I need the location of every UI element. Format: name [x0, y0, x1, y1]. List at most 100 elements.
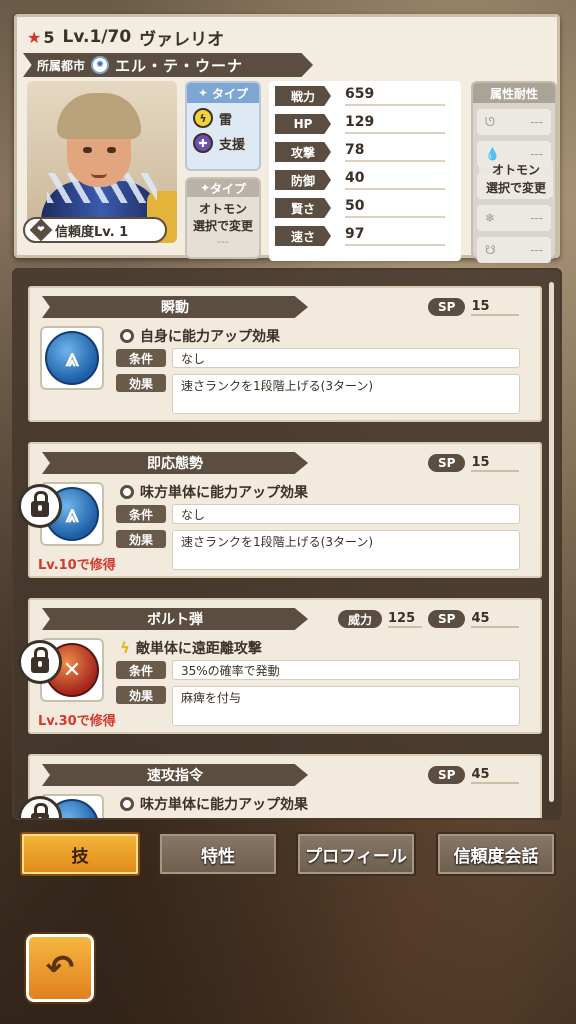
- character-name: ヴァレリオ: [139, 29, 225, 50]
- resist-row-fire: ᘎ ---: [477, 109, 551, 135]
- skill-card[interactable]: 即応態勢 SP 15 ⩓ Lv.10で修得 味方単体に能力アップ効果 条件 なし …: [18, 442, 542, 578]
- city-label: 所属都市: [37, 58, 86, 73]
- title-row: ★ 5 Lv.1/70 ヴァレリオ: [27, 25, 225, 50]
- sp-value: 15: [471, 299, 520, 316]
- skill-card[interactable]: ボルト弾 威力 125 SP 45 ✕ Lv.30で修得 ϟ 敵単体に遠距離攻撃 …: [18, 598, 542, 734]
- type-header: ✦ タイプ: [187, 83, 259, 103]
- condition-row: 条件 なし: [116, 348, 520, 368]
- condition-row: 条件 なし: [116, 504, 520, 524]
- sp-label: SP: [428, 298, 466, 316]
- type-header-label: タイプ: [212, 86, 249, 101]
- stat-label: 戦力: [275, 86, 331, 106]
- sp-badge: SP 45: [428, 766, 520, 784]
- buff-icon: [120, 329, 134, 343]
- resistance-overlay-text: オトモン 選択で変更: [479, 161, 553, 197]
- skill-name: 速攻指令: [42, 764, 308, 786]
- city-name: エル・テ・ウーナ: [115, 56, 244, 75]
- resist-row-dragon: ☋ ---: [477, 237, 551, 263]
- element-label: 雷: [219, 112, 233, 128]
- effect-row: 効果 速さランクを1段階上げる(3ターン): [116, 374, 520, 414]
- skill-name: ボルト弾: [42, 608, 308, 630]
- condition-row: 条件 35%の確率で発動: [116, 660, 520, 680]
- stat-label: 速さ: [275, 226, 331, 246]
- stat-value: 50: [345, 198, 445, 218]
- otomon-type-header: ✦ タイプ: [187, 179, 259, 197]
- skill-list-panel[interactable]: 瞬動 SP 15 ⩓ 自身に能力アップ効果 条件 なし 効果 速さランクを1段階上げ…: [12, 268, 562, 820]
- unlock-level-note: Lv.10で修得: [38, 558, 116, 573]
- fire-icon: ᘎ: [485, 114, 495, 129]
- unlock-level-note: Lv.30で修得: [38, 714, 116, 729]
- effect-title: 味方単体に能力アップ効果: [120, 794, 308, 814]
- sp-badge: SP 15: [428, 454, 520, 472]
- scrollbar-track[interactable]: [549, 282, 554, 802]
- effect-title: 自身に能力アップ効果: [120, 326, 280, 346]
- otomon-line2: 選択で変更: [192, 219, 253, 233]
- star-icon: ★: [27, 27, 42, 47]
- water-icon: 💧: [485, 147, 500, 161]
- otomon-dash: ---: [217, 235, 229, 248]
- otomon-type-header-label: タイプ: [210, 181, 247, 196]
- sp-badge: SP 45: [428, 610, 520, 628]
- dragon-icon: ☋: [485, 243, 496, 257]
- otomon-type-header-icon: ✦: [199, 181, 211, 195]
- back-arrow-icon: ↶: [45, 948, 75, 988]
- scrollbar-thumb[interactable]: [549, 282, 554, 802]
- effect-row: 効果 麻痺を付与: [116, 686, 520, 726]
- stat-value: 129: [345, 114, 445, 134]
- power-badge: 威力 125: [338, 610, 423, 628]
- stat-label: 攻撃: [275, 142, 331, 162]
- stat-row-speed: 速さ 97: [275, 225, 455, 247]
- type-header-icon: ✦: [197, 86, 209, 100]
- city-emblem-icon: ✺: [91, 56, 110, 74]
- skill-name: 即応態勢: [42, 452, 308, 474]
- resist-row-ice: ❄ ---: [477, 205, 551, 231]
- bolt-icon: ϟ: [120, 639, 130, 657]
- character-header-card: ★ 5 Lv.1/70 ヴァレリオ 所属都市 ✺ エル・テ・ウーナ ❤ 信頼度L…: [14, 14, 560, 263]
- stats-panel: 戦力 659 HP 129 攻撃 78 防御 40 賢さ 50 速さ 97: [269, 81, 461, 261]
- skill-card[interactable]: 瞬動 SP 15 ⩓ 自身に能力アップ効果 条件 なし 効果 速さランクを1段階上げ…: [28, 286, 542, 422]
- lock-icon: [18, 484, 62, 528]
- stat-row-power: 戦力 659: [275, 85, 455, 107]
- role-label: 支援: [219, 137, 246, 153]
- effect-title: ϟ 敵単体に遠距離攻撃: [120, 639, 262, 657]
- support-icon: ✚: [193, 133, 213, 153]
- tab-trust-talk[interactable]: 信頼度会話: [436, 832, 556, 876]
- trust-level-text: 信頼度Lv. 1: [55, 224, 129, 240]
- stat-value: 97: [345, 226, 445, 246]
- stat-value: 659: [345, 86, 445, 106]
- trust-level-pill: ❤ 信頼度Lv. 1: [23, 217, 167, 243]
- otomon-type-box[interactable]: ✦ タイプ オトモン 選択で変更 ---: [185, 177, 261, 259]
- tab-profile[interactable]: プロフィール: [296, 832, 416, 876]
- resistance-header: 属性耐性: [473, 83, 555, 103]
- stat-value: 40: [345, 170, 445, 190]
- tab-skills[interactable]: 技: [20, 832, 140, 876]
- trust-icon: ❤: [29, 218, 53, 242]
- stat-row-defense: 防御 40: [275, 169, 455, 191]
- tab-traits[interactable]: 特性: [158, 832, 278, 876]
- city-ribbon: 所属都市 ✺ エル・テ・ウーナ: [23, 53, 313, 77]
- thunder-icon: ϟ: [193, 108, 213, 128]
- stat-value: 78: [345, 142, 445, 162]
- buff-icon: [120, 797, 134, 811]
- otomon-line1: オトモン: [198, 202, 247, 216]
- rarity-value: 5: [43, 27, 55, 47]
- stat-label: HP: [275, 114, 331, 134]
- stat-row-hp: HP 129: [275, 113, 455, 135]
- resistance-box[interactable]: 属性耐性 ᘎ--- 💧--- ϟ--- ❄--- ☋--- オトモン 選択で変更: [471, 81, 557, 263]
- skill-card[interactable]: 速攻指令 SP 45 ⩓ 味方単体に能力アップ効果: [18, 754, 542, 818]
- element-row: ϟ 雷: [187, 103, 259, 128]
- stat-label: 賢さ: [275, 198, 331, 218]
- effect-title: 味方単体に能力アップ効果: [120, 482, 308, 502]
- lock-icon: [18, 640, 62, 684]
- effect-row: 効果 速さランクを1段階上げる(3ターン): [116, 530, 520, 570]
- skill-icon-frame[interactable]: ⩓: [40, 326, 104, 390]
- stat-label: 防御: [275, 170, 331, 190]
- role-row: ✚ 支援: [187, 128, 259, 153]
- skill-name: 瞬動: [42, 296, 308, 318]
- stat-row-wisdom: 賢さ 50: [275, 197, 455, 219]
- stat-row-attack: 攻撃 78: [275, 141, 455, 163]
- type-box: ✦ タイプ ϟ 雷 ✚ 支援: [185, 81, 261, 171]
- sp-badge: SP 15: [428, 298, 520, 316]
- back-button[interactable]: ↶: [26, 934, 94, 1002]
- speed-up-icon: ⩓: [45, 331, 99, 385]
